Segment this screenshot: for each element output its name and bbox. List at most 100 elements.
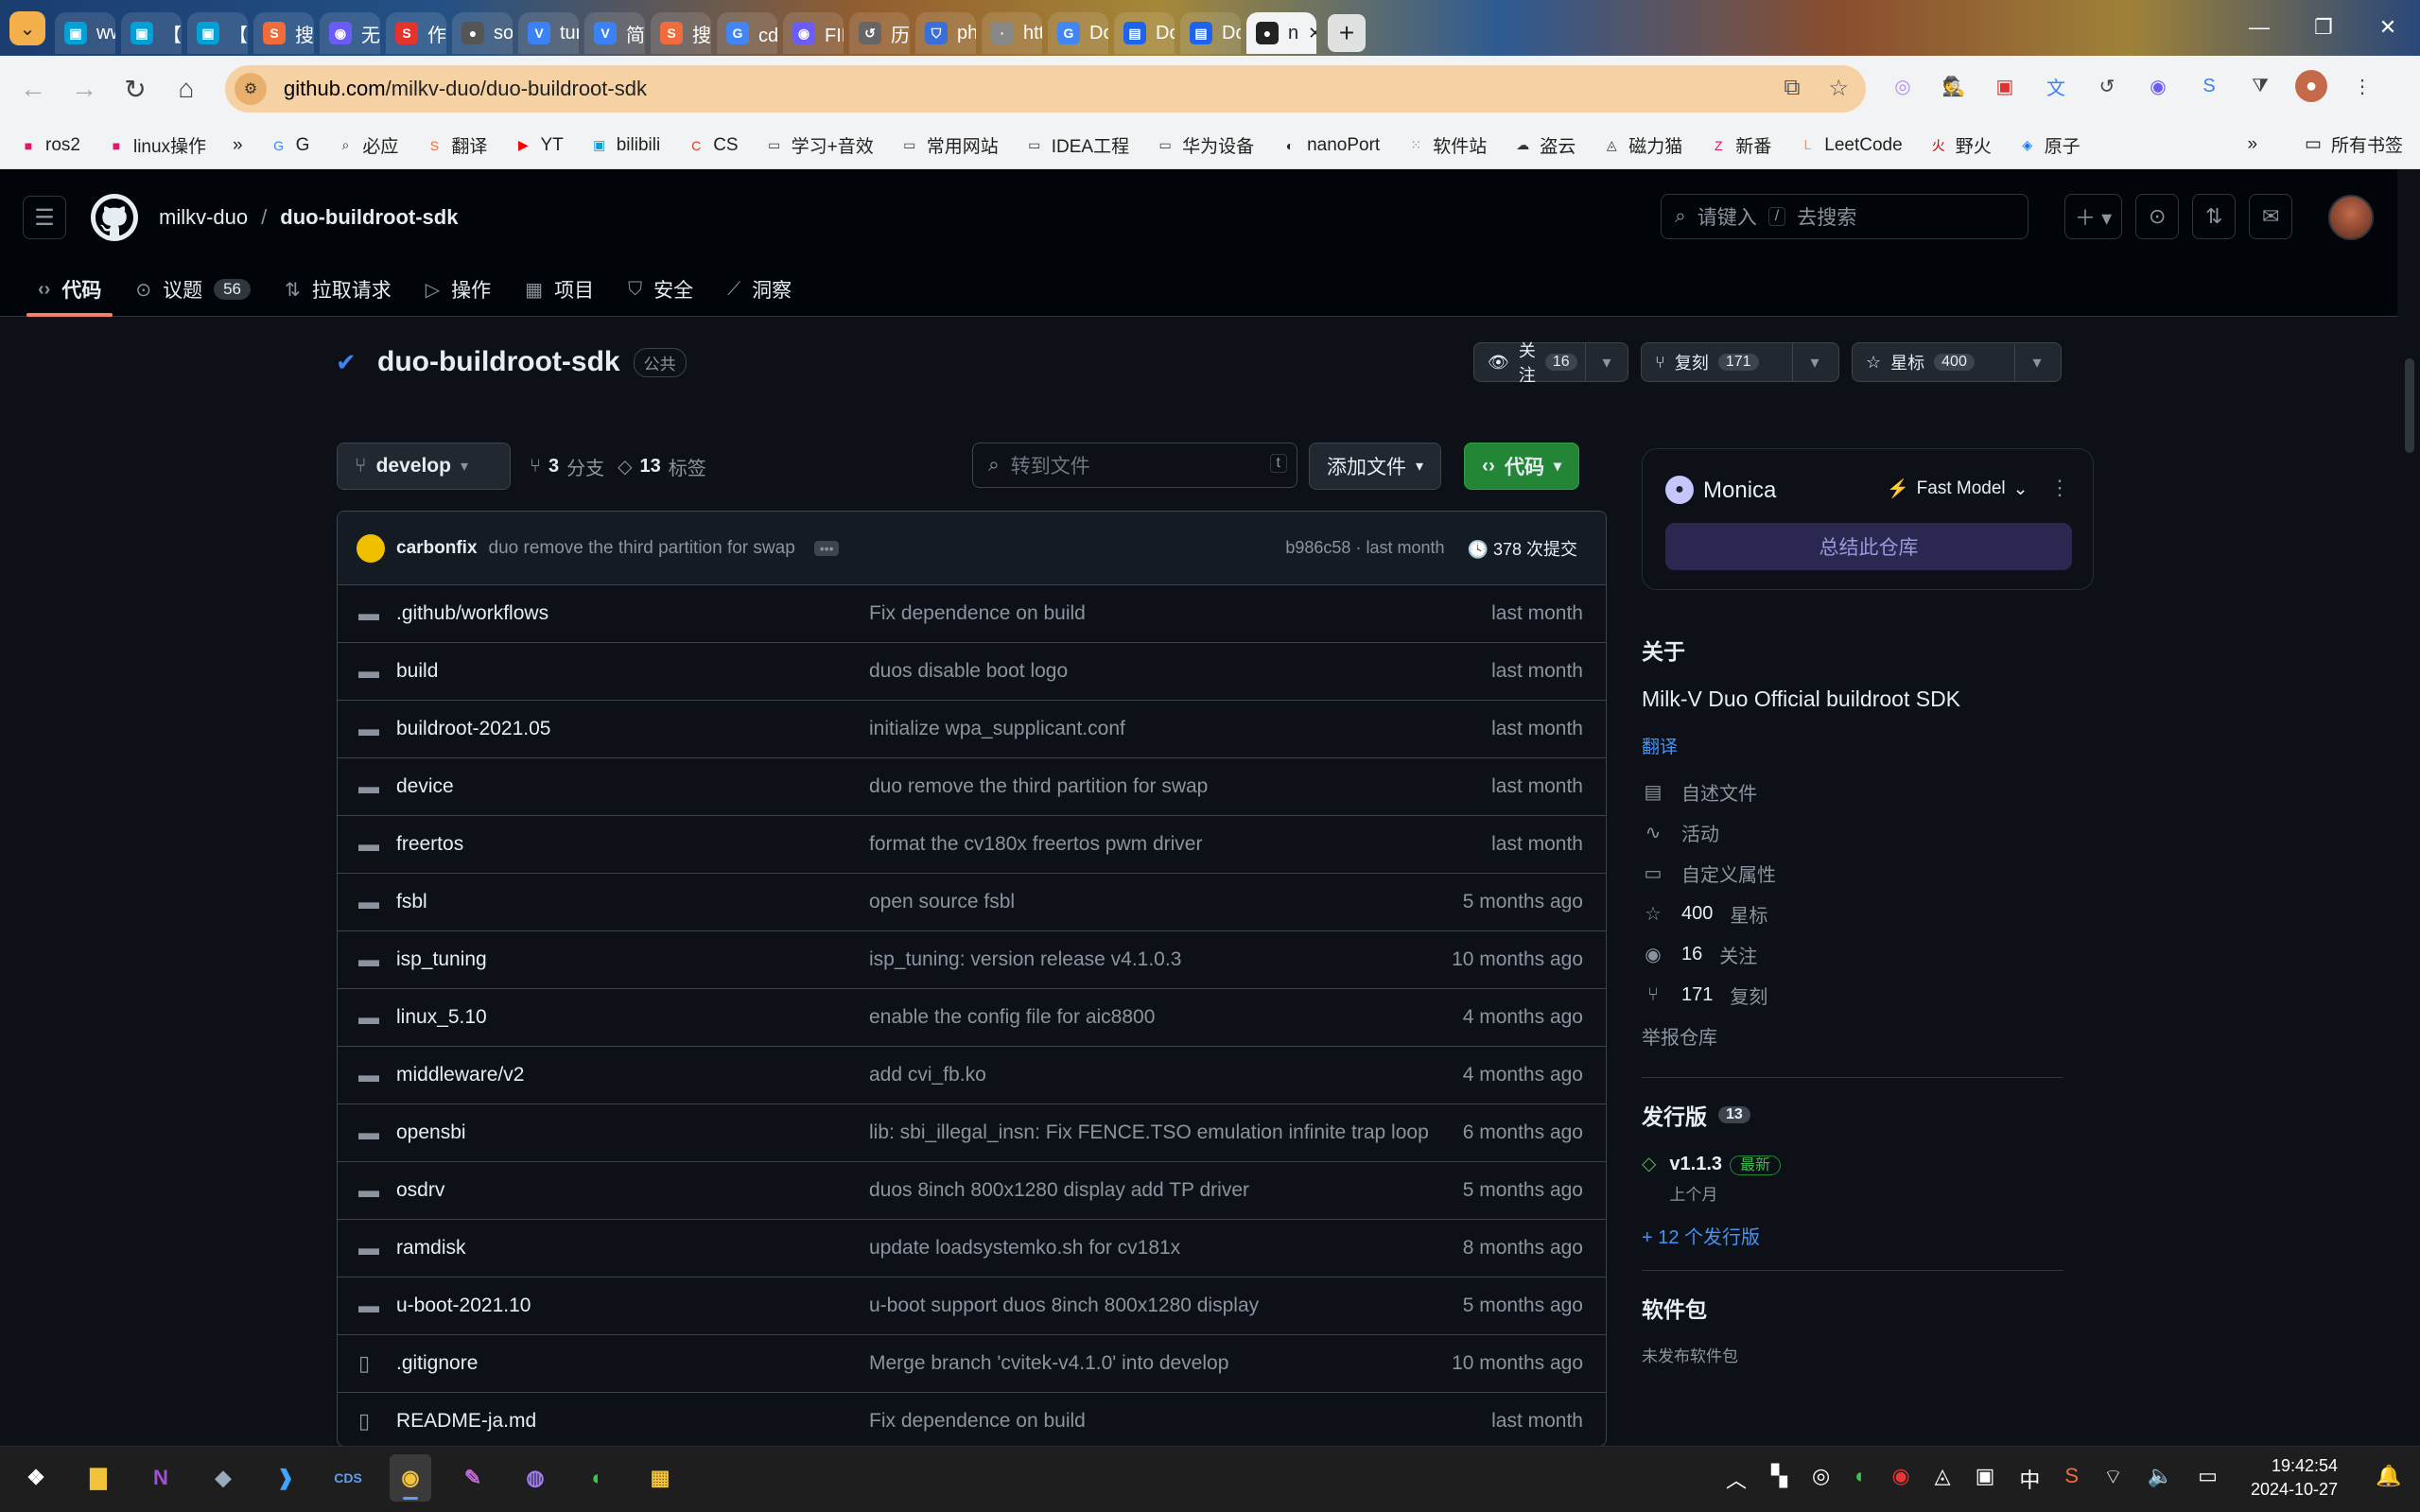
notifications-icon[interactable]: 🔔 [2376,1464,2401,1488]
packages-heading[interactable]: 软件包 [1642,1292,2063,1324]
extension-spy-icon[interactable]: 🕵 [1938,70,1970,102]
bookmark-item[interactable]: ▣ bilibili [590,135,660,156]
table-row[interactable]: ▬ u-boot-2021.10 u-boot support duos 8inch… [338,1277,1606,1335]
browser-tab[interactable]: ● n ✕ [1246,12,1316,54]
more-bookmarks-icon[interactable]: » [2247,134,2257,155]
extension-ring-icon[interactable]: ◎ [1887,70,1919,102]
table-row[interactable]: ▬ fsbl open source fsbl 5 months ago [338,874,1606,931]
file-name[interactable]: middleware/v2 [396,1064,524,1086]
commit-message[interactable]: isp_tuning: version release v4.1.0.3 [869,948,1181,971]
about-item[interactable]: ⑂ 171 复刻 [1642,975,2063,1016]
star-dropdown-icon[interactable]: ▾ [2015,343,2059,381]
file-name[interactable]: opensbi [396,1121,466,1144]
table-row[interactable]: ▬ build duos disable boot logo last month [338,643,1606,701]
file-name[interactable]: build [396,660,438,683]
file-name[interactable]: README-ja.md [396,1410,536,1433]
expand-commit-icon[interactable]: ••• [813,540,840,556]
table-row[interactable]: ▬ buildroot-2021.05 initialize wpa_supplic… [338,701,1606,758]
restore-icon[interactable]: ❐ [2291,0,2356,55]
ime-indicator[interactable]: 中 [2019,1464,2040,1494]
extensions-puzzle-icon[interactable]: ⧩ [2244,70,2276,102]
file-name[interactable]: freertos [396,833,463,856]
commit-message[interactable]: initialize wpa_supplicant.conf [869,718,1125,740]
tab-shield[interactable]: ⛉ 安全 [611,266,710,313]
table-row[interactable]: ▯ .gitignore Merge branch 'cvitek-v4.1.0' … [338,1335,1606,1393]
goto-file-input[interactable]: ⌕ 转到文件 t [972,443,1297,488]
bookmark-item[interactable]: ■ ros2 [19,135,80,156]
browser-tab[interactable]: ↺ 历史 [849,12,910,54]
browser-tab[interactable]: · https [982,12,1042,54]
summarize-repo-button[interactable]: 总结此仓库 [1665,523,2072,570]
breadcrumb-owner[interactable]: milkv-duo [159,205,248,230]
about-item[interactable]: ☆ 400 星标 [1642,894,2063,934]
bookmark-item[interactable]: S 翻译 [425,132,488,158]
tray-overflow-icon[interactable]: ︿ [1726,1464,1747,1494]
commit-message[interactable]: enable the config file for aic8800 [869,1006,1155,1029]
table-row[interactable]: ▬ device duo remove the third partition fo… [338,758,1606,816]
install-app-icon[interactable]: ⧉ [1784,75,1800,102]
file-name[interactable]: fsbl [396,891,427,913]
battery-icon[interactable]: ▭ [2198,1464,2218,1494]
commit-message[interactable]: Fix dependence on build [869,1410,1086,1433]
cds-icon[interactable]: CDS [327,1454,369,1502]
tray-app2-icon[interactable]: ▣ [1976,1464,1995,1494]
table-row[interactable]: ▬ ramdisk update loadsystemko.sh for cv181… [338,1220,1606,1277]
extension-s-icon[interactable]: S [2193,70,2225,102]
store-icon[interactable]: ▦ [639,1454,681,1502]
address-bar[interactable]: ⚙ github.com/milkv-duo/duo-buildroot-sdk… [225,65,1866,113]
commit-message[interactable]: duos disable boot logo [869,660,1068,683]
url-text[interactable]: github.com/milkv-duo/duo-buildroot-sdk [284,77,647,101]
browser-menu-icon[interactable]: ⋮ [2346,70,2378,102]
star-button[interactable]: ☆ 星标 400 [1853,343,2015,381]
about-item[interactable]: ∿ 活动 [1642,812,2063,853]
bookmark-item[interactable]: C CS [687,135,738,156]
browser-tab[interactable]: ● soph [452,12,513,54]
commit-message[interactable]: u-boot support duos 8inch 800x1280 displ… [869,1295,1259,1317]
fork-dropdown-icon[interactable]: ▾ [1793,343,1837,381]
commit-message[interactable]: duos 8inch 800x1280 display add TP drive… [869,1179,1249,1202]
browser-tab[interactable]: S 搜狗 [253,12,314,54]
tray-wechat-icon[interactable]: ◐ [1854,1464,1867,1494]
browser-tab[interactable]: ▣ 【全 [121,12,182,54]
tab-table[interactable]: ▦ 项目 [508,266,611,313]
add-file-button[interactable]: 添加文件 ▾ [1309,443,1442,490]
file-name[interactable]: osdrv [396,1179,444,1202]
extension-translate-icon[interactable]: 文 [2040,70,2072,102]
commit-message[interactable]: duo remove the third partition for swap [869,775,1208,798]
start-icon[interactable]: ❖ [15,1454,57,1502]
file-name[interactable]: .github/workflows [396,602,548,625]
bookmark-item[interactable]: ▭ IDEA工程 [1025,132,1129,158]
commit-message[interactable]: update loadsystemko.sh for cv181x [869,1237,1180,1260]
bookmark-item[interactable]: ▭ 华为设备 [1156,132,1254,158]
file-name[interactable]: u-boot-2021.10 [396,1295,531,1317]
close-window-icon[interactable]: ✕ [2356,0,2420,55]
wechat-icon[interactable]: ◐ [577,1454,618,1502]
file-name[interactable]: buildroot-2021.05 [396,718,550,740]
tags-link[interactable]: ◇ 13 标签 [618,453,706,480]
page-scrollbar[interactable] [2397,169,2420,1446]
model-select[interactable]: ⚡ Fast Model ⌄ [1887,478,2028,500]
inbox-icon[interactable]: ✉ [2249,194,2293,239]
bookmark-item[interactable]: ⌕ 必应 [336,132,398,158]
table-row[interactable]: ▬ linux_5.10 enable the config file for ai… [338,989,1606,1047]
minimize-icon[interactable]: — [2227,0,2291,55]
extension-notify-icon[interactable]: ▣ [1989,70,2021,102]
bookmark-item[interactable]: 火野火 [1929,132,1992,158]
code-button[interactable]: ‹› 代码 ▾ [1464,443,1580,490]
file-name[interactable]: .gitignore [396,1352,478,1375]
table-row[interactable]: ▬ isp_tuning isp_tuning: version release v… [338,931,1606,989]
commit-message[interactable]: add cvi_fb.ko [869,1064,986,1086]
bookmark-item[interactable]: ▭ 学习+音效 [765,132,874,158]
more-releases-link[interactable]: + 12 个发行版 [1642,1222,2063,1249]
file-name[interactable]: ramdisk [396,1237,466,1260]
about-item[interactable]: ▭ 自定义属性 [1642,853,2063,894]
bookmark-item[interactable]: Z 新番 [1709,132,1771,158]
browser-tab[interactable]: ▤ Dock [1114,12,1175,54]
vscode-icon[interactable]: ❱ [265,1454,306,1502]
bookmark-item[interactable]: ▶ YT [514,135,564,156]
github-desktop-icon[interactable]: ◍ [514,1454,556,1502]
forward-button[interactable]: → [59,63,110,114]
bookmark-item[interactable]: ☁ 盗云 [1513,132,1576,158]
bookmark-item[interactable]: ᒪ LeetCode [1798,135,1902,156]
back-button[interactable]: ← [8,63,59,114]
